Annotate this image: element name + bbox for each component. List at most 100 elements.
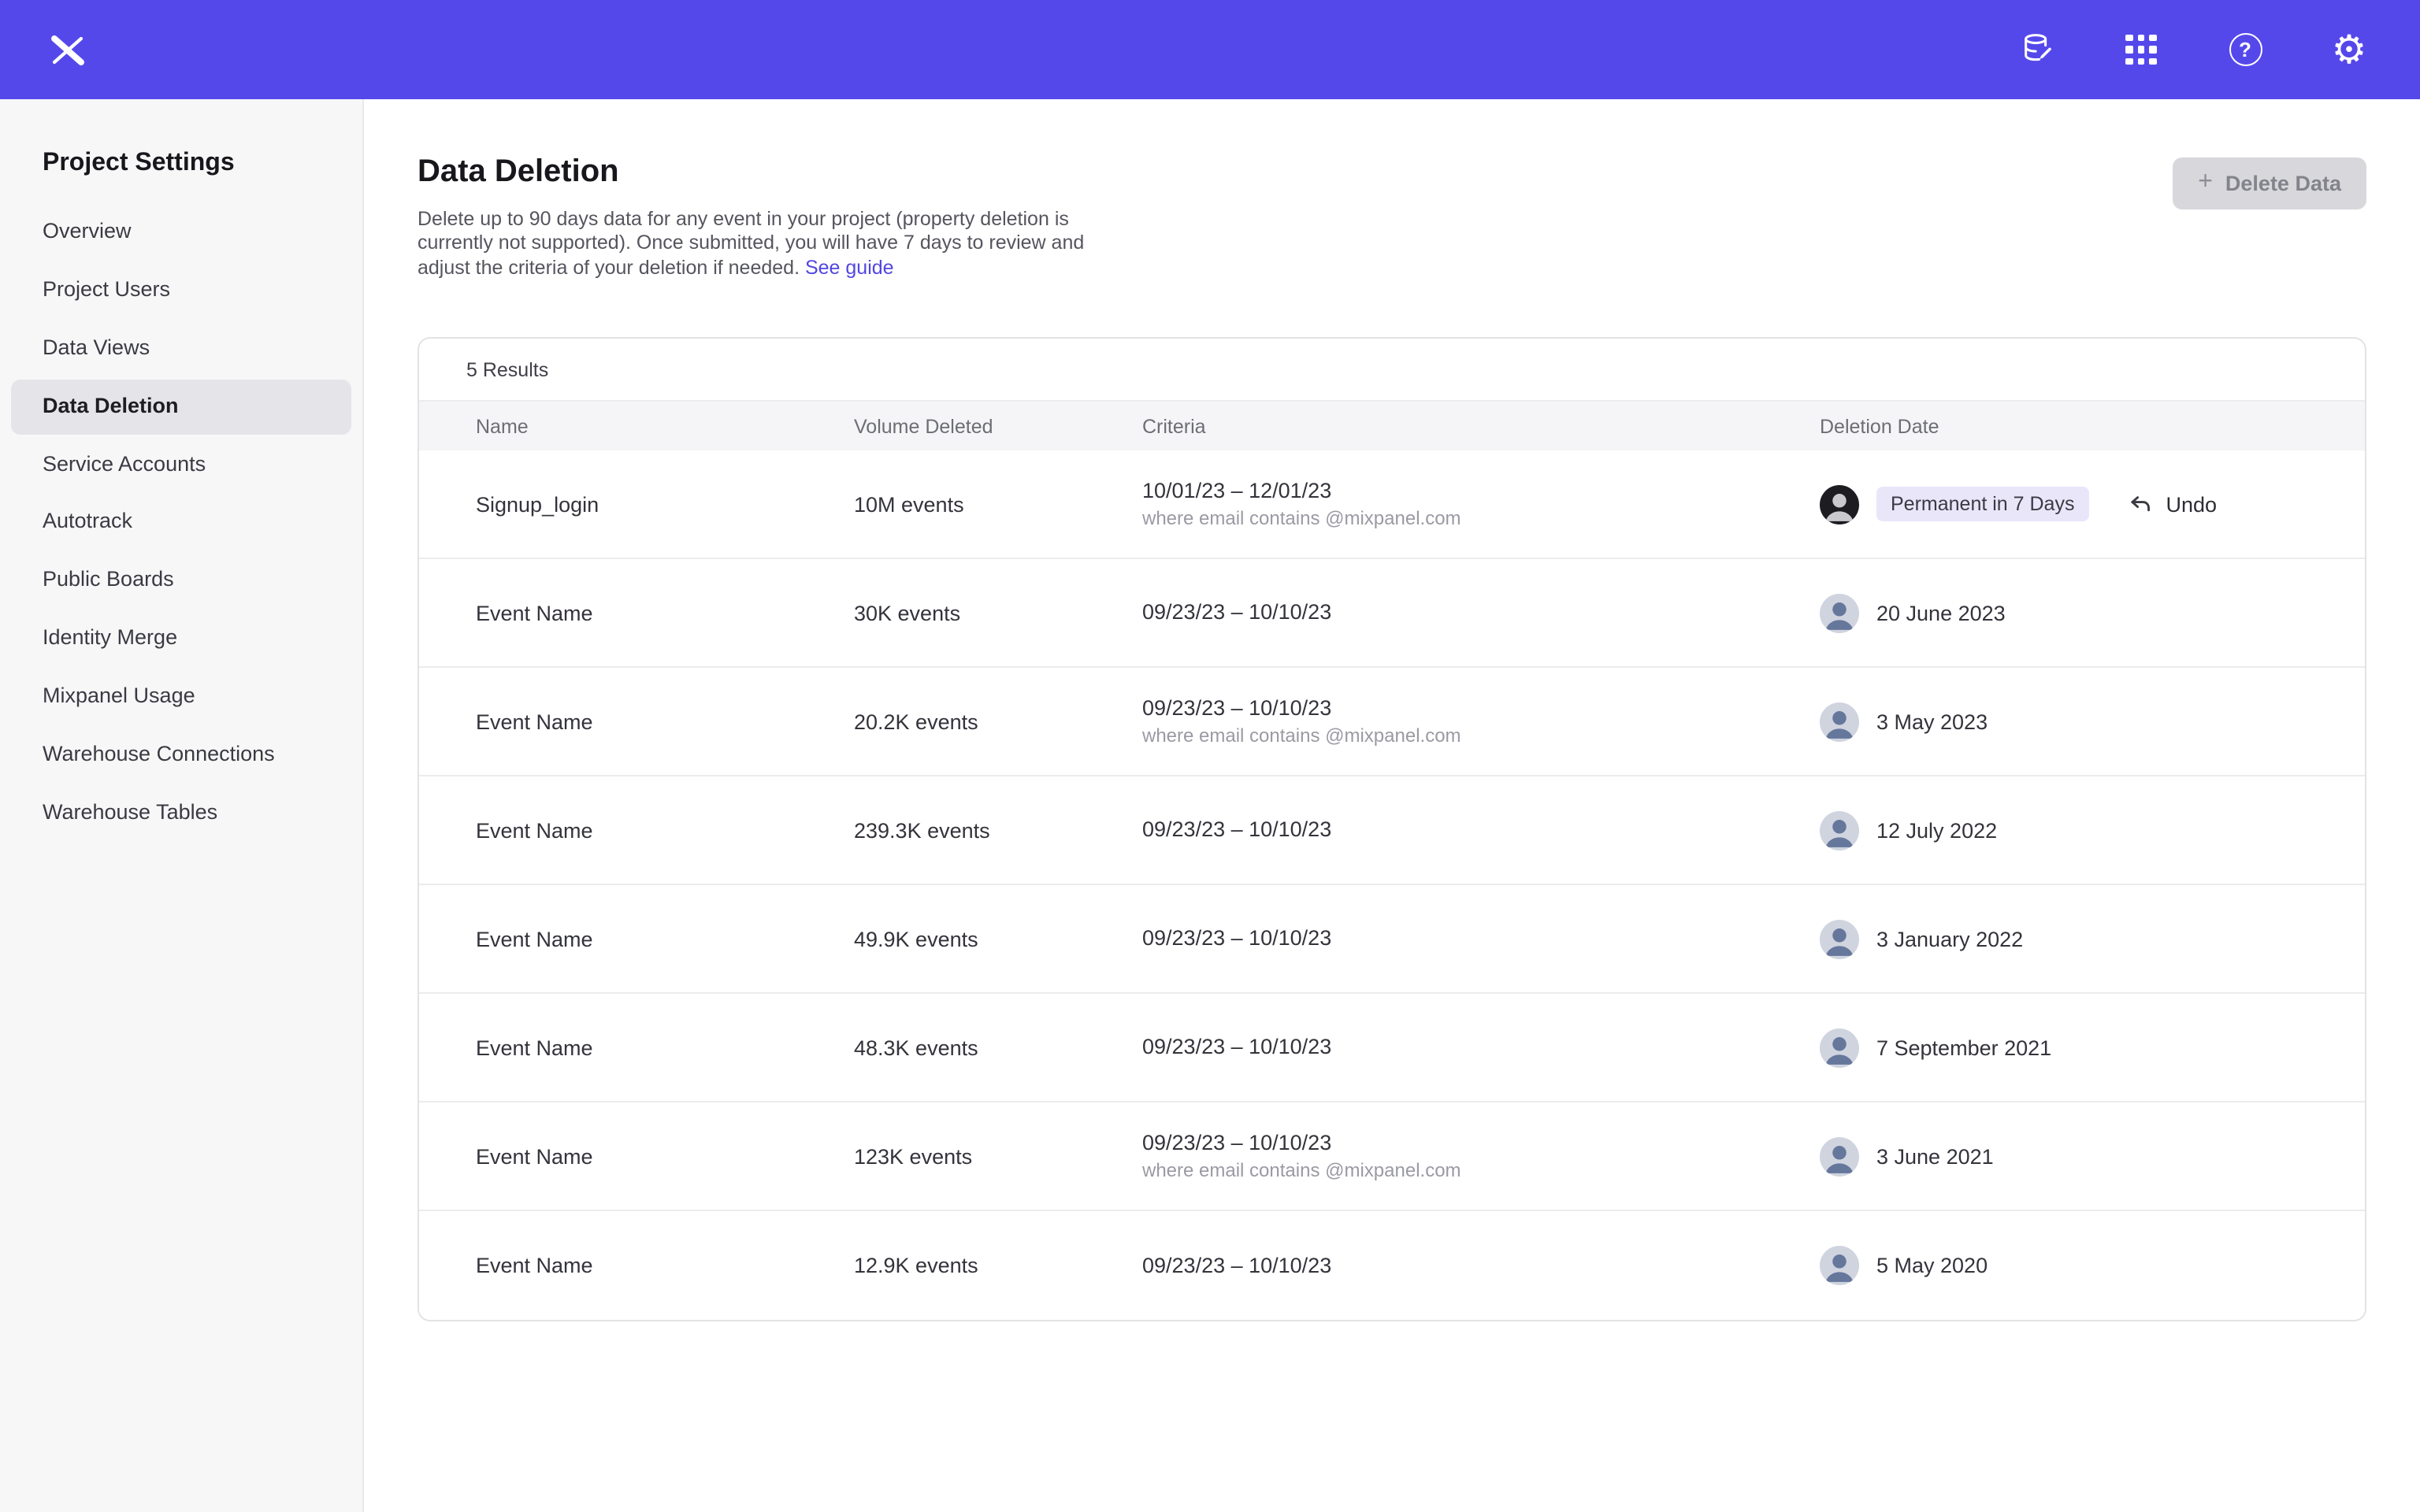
deletion-date-text: 3 June 2021	[1876, 1144, 1994, 1168]
sidebar-items: OverviewProject UsersData ViewsData Dele…	[0, 205, 362, 841]
table-row: Event Name 48.3K events 09/23/23 – 10/10…	[419, 994, 2365, 1102]
row-name: Signup_login	[476, 492, 854, 516]
column-header-name: Name	[476, 415, 854, 437]
main-content: Data Deletion Delete up to 90 days data …	[364, 99, 2420, 1512]
sidebar-item-data-views[interactable]: Data Views	[11, 321, 351, 376]
page-description: Delete up to 90 days data for any event …	[418, 208, 1123, 280]
undo-icon	[2126, 491, 2153, 517]
row-name: Event Name	[476, 1144, 854, 1168]
avatar	[1820, 919, 1859, 958]
table-row: Event Name 239.3K events 09/23/23 – 10/1…	[419, 776, 2365, 885]
sidebar: Project Settings OverviewProject UsersDa…	[0, 99, 364, 1512]
page-header: Data Deletion Delete up to 90 days data …	[418, 154, 2366, 280]
row-volume: 20.2K events	[854, 710, 1142, 733]
table-row: Event Name 30K events 09/23/23 – 10/10/2…	[419, 559, 2365, 668]
table-header-row: Name Volume Deleted Criteria Deletion Da…	[419, 402, 2365, 450]
deletion-date-text: 3 January 2022	[1876, 927, 2023, 951]
sidebar-item-service-accounts[interactable]: Service Accounts	[11, 437, 351, 492]
sidebar-item-public-boards[interactable]: Public Boards	[11, 554, 351, 609]
row-criteria: 10/01/23 – 12/01/23 where email contains…	[1142, 476, 1820, 532]
criteria-range: 09/23/23 – 10/10/23	[1142, 817, 1820, 844]
help-icon[interactable]: ?	[2225, 29, 2266, 70]
criteria-subtext: where email contains @mixpanel.com	[1142, 724, 1820, 749]
delete-data-label: Delete Data	[2225, 172, 2341, 195]
row-criteria: 09/23/23 – 10/10/23	[1142, 925, 1820, 953]
help-question-mark: ?	[2229, 33, 2262, 66]
gear-glyph: ⚙	[2332, 30, 2367, 69]
criteria-subtext: where email contains @mixpanel.com	[1142, 507, 1820, 532]
row-criteria: 09/23/23 – 10/10/23	[1142, 1034, 1820, 1062]
undo-button[interactable]: Undo	[2126, 491, 2217, 517]
row-name: Event Name	[476, 601, 854, 624]
deletion-date-text: 12 July 2022	[1876, 818, 1997, 842]
criteria-range: 09/23/23 – 10/10/23	[1142, 1128, 1820, 1156]
deletion-date-text: 7 September 2021	[1876, 1036, 2051, 1059]
sidebar-item-data-deletion[interactable]: Data Deletion	[11, 379, 351, 434]
data-management-icon[interactable]	[2017, 29, 2058, 70]
row-volume: 30K events	[854, 601, 1142, 624]
deletion-date-text: 20 June 2023	[1876, 601, 2006, 624]
table-row: Event Name 49.9K events 09/23/23 – 10/10…	[419, 885, 2365, 994]
row-deletion-date: 3 January 2022 3 January 2022	[1820, 919, 2365, 958]
avatar	[1820, 810, 1859, 850]
sidebar-item-warehouse-tables[interactable]: Warehouse Tables	[11, 786, 351, 841]
column-header-criteria: Criteria	[1142, 415, 1820, 437]
criteria-range: 09/23/23 – 10/10/23	[1142, 1252, 1820, 1280]
row-criteria: 09/23/23 – 10/10/23	[1142, 1252, 1820, 1280]
row-volume: 239.3K events	[854, 818, 1142, 842]
row-volume: 48.3K events	[854, 1036, 1142, 1059]
criteria-range: 09/23/23 – 10/10/23	[1142, 599, 1820, 627]
row-deletion-date: 20 June 2023 20 June 2023	[1820, 593, 2365, 632]
deletion-date-text: 5 May 2020	[1876, 1254, 1988, 1277]
row-name: Event Name	[476, 710, 854, 733]
row-volume: 49.9K events	[854, 927, 1142, 951]
delete-data-button[interactable]: + Delete Data	[2173, 158, 2366, 209]
avatar	[1820, 593, 1859, 632]
table-row: Event Name 12.9K events 09/23/23 – 10/10…	[419, 1211, 2365, 1320]
criteria-range: 10/01/23 – 12/01/23	[1142, 476, 1820, 504]
row-name: Event Name	[476, 1254, 854, 1277]
sidebar-item-identity-merge[interactable]: Identity Merge	[11, 611, 351, 666]
row-deletion-date: 3 May 2023 3 May 2023	[1820, 702, 2365, 741]
row-deletion-date: 5 May 2020 5 May 2020	[1820, 1246, 2365, 1285]
apps-grid-dots	[2126, 35, 2157, 65]
see-guide-link[interactable]: See guide	[805, 257, 894, 279]
sidebar-item-project-users[interactable]: Project Users	[11, 263, 351, 318]
page-title-block: Data Deletion Delete up to 90 days data …	[418, 154, 1123, 280]
settings-gear-icon[interactable]: ⚙	[2329, 29, 2370, 70]
row-deletion-date: 12 July 2022 12 July 2022	[1820, 810, 2365, 850]
column-header-volume: Volume Deleted	[854, 415, 1142, 437]
results-count: 5 Results	[419, 339, 2365, 402]
page-title: Data Deletion	[418, 154, 1123, 191]
sidebar-item-overview[interactable]: Overview	[11, 205, 351, 260]
criteria-range: 09/23/23 – 10/10/23	[1142, 925, 1820, 953]
row-volume: 12.9K events	[854, 1254, 1142, 1277]
nav-icon-group: ? ⚙	[2017, 29, 2370, 70]
avatar	[1820, 702, 1859, 741]
apps-grid-icon[interactable]	[2121, 29, 2162, 70]
top-navbar: ? ⚙	[0, 0, 2420, 99]
avatar	[1820, 1246, 1859, 1285]
row-criteria: 09/23/23 – 10/10/23 where email contains…	[1142, 694, 1820, 749]
row-criteria: 09/23/23 – 10/10/23 where email contains…	[1142, 1128, 1820, 1184]
row-volume: 123K events	[854, 1144, 1142, 1168]
avatar	[1820, 484, 1859, 524]
sidebar-item-autotrack[interactable]: Autotrack	[11, 495, 351, 550]
column-header-deletion-date: Deletion Date	[1820, 415, 2365, 437]
page-layout: Project Settings OverviewProject UsersDa…	[0, 99, 2420, 1512]
criteria-range: 09/23/23 – 10/10/23	[1142, 694, 1820, 721]
row-criteria: 09/23/23 – 10/10/23	[1142, 817, 1820, 844]
row-deletion-date: 7 September 2021 7 September 2021	[1820, 1028, 2365, 1067]
row-deletion-date: 3 June 2021 3 June 2021	[1820, 1136, 2365, 1176]
plus-icon: +	[2198, 172, 2213, 195]
table-body: Signup_login 10M events 10/01/23 – 12/01…	[419, 450, 2365, 1320]
sidebar-item-warehouse-connections[interactable]: Warehouse Connections	[11, 728, 351, 783]
sidebar-item-mixpanel-usage[interactable]: Mixpanel Usage	[11, 669, 351, 724]
status-badge: Permanent in 7 Days	[1876, 487, 2088, 521]
row-criteria: 09/23/23 – 10/10/23	[1142, 599, 1820, 627]
table-row: Event Name 20.2K events 09/23/23 – 10/10…	[419, 668, 2365, 776]
undo-label: Undo	[2166, 492, 2217, 516]
mixpanel-logo[interactable]	[44, 26, 91, 73]
page-description-text: Delete up to 90 days data for any event …	[418, 208, 1084, 279]
avatar	[1820, 1028, 1859, 1067]
